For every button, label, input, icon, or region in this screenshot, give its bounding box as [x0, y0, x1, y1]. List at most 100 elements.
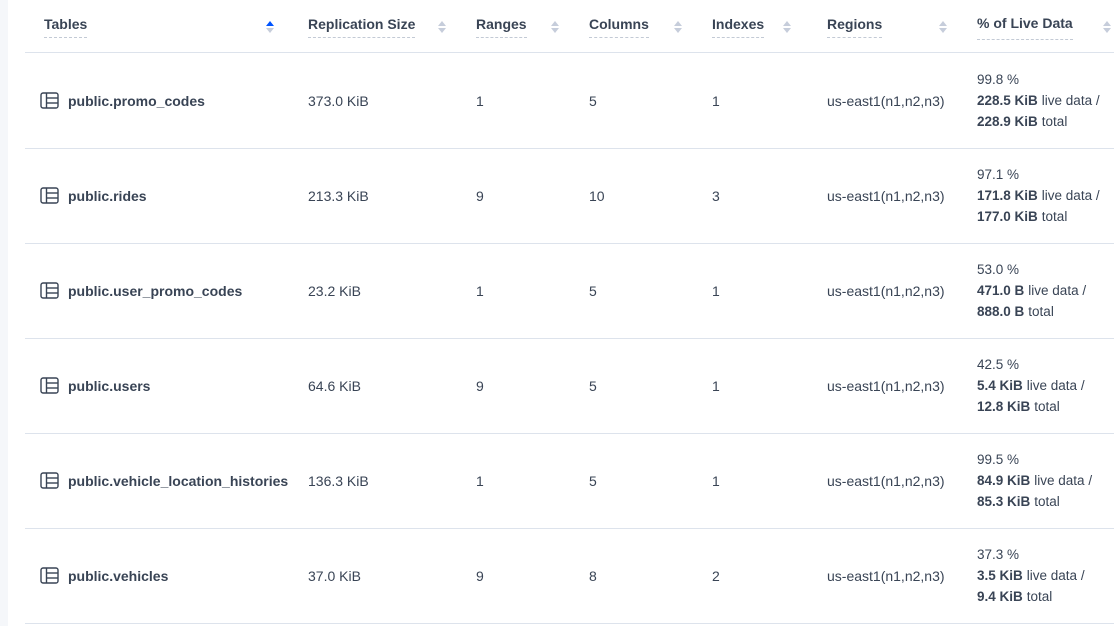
live-data-size: 228.5 KiBlive data / — [977, 90, 1114, 111]
table-row: public.promo_codes 373.0 KiB 1 5 1 us-ea… — [8, 53, 1114, 148]
column-header-columns-label: Columns — [589, 16, 649, 38]
table-name-link[interactable]: public.vehicle_location_histories — [68, 473, 288, 489]
live-data-size: 171.8 KiBlive data / — [977, 185, 1114, 206]
cell-indexes: 1 — [712, 378, 827, 394]
column-header-tables[interactable]: Tables — [8, 16, 308, 38]
table-name-link[interactable]: public.vehicles — [68, 568, 168, 584]
cell-indexes: 1 — [712, 473, 827, 489]
cell-table-name: public.promo_codes — [8, 92, 308, 109]
cell-columns: 5 — [589, 378, 712, 394]
table-row: public.user_promo_codes 23.2 KiB 1 5 1 u… — [8, 243, 1114, 338]
table-row: public.rides 213.3 KiB 9 10 3 us-east1(n… — [8, 148, 1114, 243]
cell-replication-size: 213.3 KiB — [308, 188, 476, 204]
sort-desc-icon — [438, 28, 446, 33]
sort-asc-icon — [266, 21, 274, 26]
sort-desc-icon — [1103, 28, 1111, 33]
table-header-row: Tables Replication Size Ranges Columns — [8, 0, 1114, 53]
sort-asc-icon — [674, 21, 682, 26]
sort-desc-icon — [939, 28, 947, 33]
sort-desc-icon — [266, 28, 274, 33]
cell-table-name: public.user_promo_codes — [8, 282, 308, 299]
sort-desc-icon — [674, 28, 682, 33]
cell-ranges: 1 — [476, 473, 589, 489]
table-icon — [40, 282, 59, 299]
live-data-percent: 42.5 % — [977, 354, 1114, 375]
table-icon — [40, 92, 59, 109]
cell-ranges: 1 — [476, 283, 589, 299]
cell-columns: 5 — [589, 473, 712, 489]
live-data-size: 84.9 KiBlive data / — [977, 470, 1114, 491]
table-name-link[interactable]: public.users — [68, 378, 150, 394]
cell-regions: us-east1(n1,n2,n3) — [827, 378, 977, 394]
table-name-link[interactable]: public.promo_codes — [68, 93, 205, 109]
column-header-indexes-label: Indexes — [712, 16, 764, 38]
live-data-total: 228.9 KiBtotal — [977, 111, 1114, 132]
column-header-ranges[interactable]: Ranges — [476, 16, 589, 38]
table-row: public.vehicle_location_histories 136.3 … — [8, 433, 1114, 528]
table-row: public.vehicles 37.0 KiB 9 8 2 us-east1(… — [8, 528, 1114, 623]
live-data-percent: 97.1 % — [977, 164, 1114, 185]
sort-icon — [939, 21, 947, 33]
cell-regions: us-east1(n1,n2,n3) — [827, 188, 977, 204]
cell-replication-size: 37.0 KiB — [308, 568, 476, 584]
cell-ranges: 9 — [476, 188, 589, 204]
cell-replication-size: 373.0 KiB — [308, 93, 476, 109]
sort-icon — [551, 21, 559, 33]
sort-desc-icon — [551, 28, 559, 33]
cell-ranges: 9 — [476, 568, 589, 584]
cell-live-data: 99.8 % 228.5 KiBlive data / 228.9 KiBtot… — [977, 69, 1114, 132]
table-icon — [40, 377, 59, 394]
column-header-columns[interactable]: Columns — [589, 16, 712, 38]
column-header-live-data-label: % of Live Data — [977, 13, 1073, 40]
cell-replication-size: 136.3 KiB — [308, 473, 476, 489]
sort-asc-icon — [1103, 21, 1111, 26]
cell-regions: us-east1(n1,n2,n3) — [827, 283, 977, 299]
cell-live-data: 42.5 % 5.4 KiBlive data / 12.8 KiBtotal — [977, 354, 1114, 417]
table-icon — [40, 472, 59, 489]
cell-columns: 8 — [589, 568, 712, 584]
cell-replication-size: 64.6 KiB — [308, 378, 476, 394]
column-header-replication-size[interactable]: Replication Size — [308, 16, 476, 38]
tables-list-panel: Tables Replication Size Ranges Columns — [8, 0, 1114, 626]
live-data-size: 3.5 KiBlive data / — [977, 565, 1114, 586]
sort-desc-icon — [783, 28, 791, 33]
cell-columns: 5 — [589, 93, 712, 109]
cell-indexes: 2 — [712, 568, 827, 584]
sort-icon — [1103, 21, 1111, 33]
cell-indexes: 3 — [712, 188, 827, 204]
column-header-indexes[interactable]: Indexes — [712, 16, 827, 38]
cell-table-name: public.vehicle_location_histories — [8, 472, 308, 489]
sort-icon — [674, 21, 682, 33]
table-row: public.users 64.6 KiB 9 5 1 us-east1(n1,… — [8, 338, 1114, 433]
column-header-regions[interactable]: Regions — [827, 16, 977, 38]
cell-columns: 5 — [589, 283, 712, 299]
live-data-percent: 37.3 % — [977, 544, 1114, 565]
cell-live-data: 53.0 % 471.0 Blive data / 888.0 Btotal — [977, 259, 1114, 322]
cell-live-data: 99.5 % 84.9 KiBlive data / 85.3 KiBtotal — [977, 449, 1114, 512]
cell-replication-size: 23.2 KiB — [308, 283, 476, 299]
table-name-link[interactable]: public.rides — [68, 188, 147, 204]
column-header-ranges-label: Ranges — [476, 16, 527, 38]
table-name-link[interactable]: public.user_promo_codes — [68, 283, 242, 299]
sort-icon — [266, 21, 274, 33]
live-data-total: 888.0 Btotal — [977, 301, 1114, 322]
cell-live-data: 37.3 % 3.5 KiBlive data / 9.4 KiBtotal — [977, 544, 1114, 607]
live-data-size: 5.4 KiBlive data / — [977, 375, 1114, 396]
table-body: public.promo_codes 373.0 KiB 1 5 1 us-ea… — [8, 53, 1114, 623]
cell-ranges: 9 — [476, 378, 589, 394]
cell-regions: us-east1(n1,n2,n3) — [827, 473, 977, 489]
cell-live-data: 97.1 % 171.8 KiBlive data / 177.0 KiBtot… — [977, 164, 1114, 227]
cell-indexes: 1 — [712, 283, 827, 299]
column-header-live-data[interactable]: % of Live Data — [977, 13, 1114, 40]
sort-asc-icon — [438, 21, 446, 26]
column-header-regions-label: Regions — [827, 16, 882, 38]
cell-table-name: public.rides — [8, 187, 308, 204]
sort-icon — [783, 21, 791, 33]
sort-asc-icon — [783, 21, 791, 26]
column-header-replication-size-label: Replication Size — [308, 16, 415, 38]
table-icon — [40, 567, 59, 584]
table-icon — [40, 187, 59, 204]
live-data-percent: 53.0 % — [977, 259, 1114, 280]
table-bottom-border — [25, 623, 1114, 624]
live-data-size: 471.0 Blive data / — [977, 280, 1114, 301]
